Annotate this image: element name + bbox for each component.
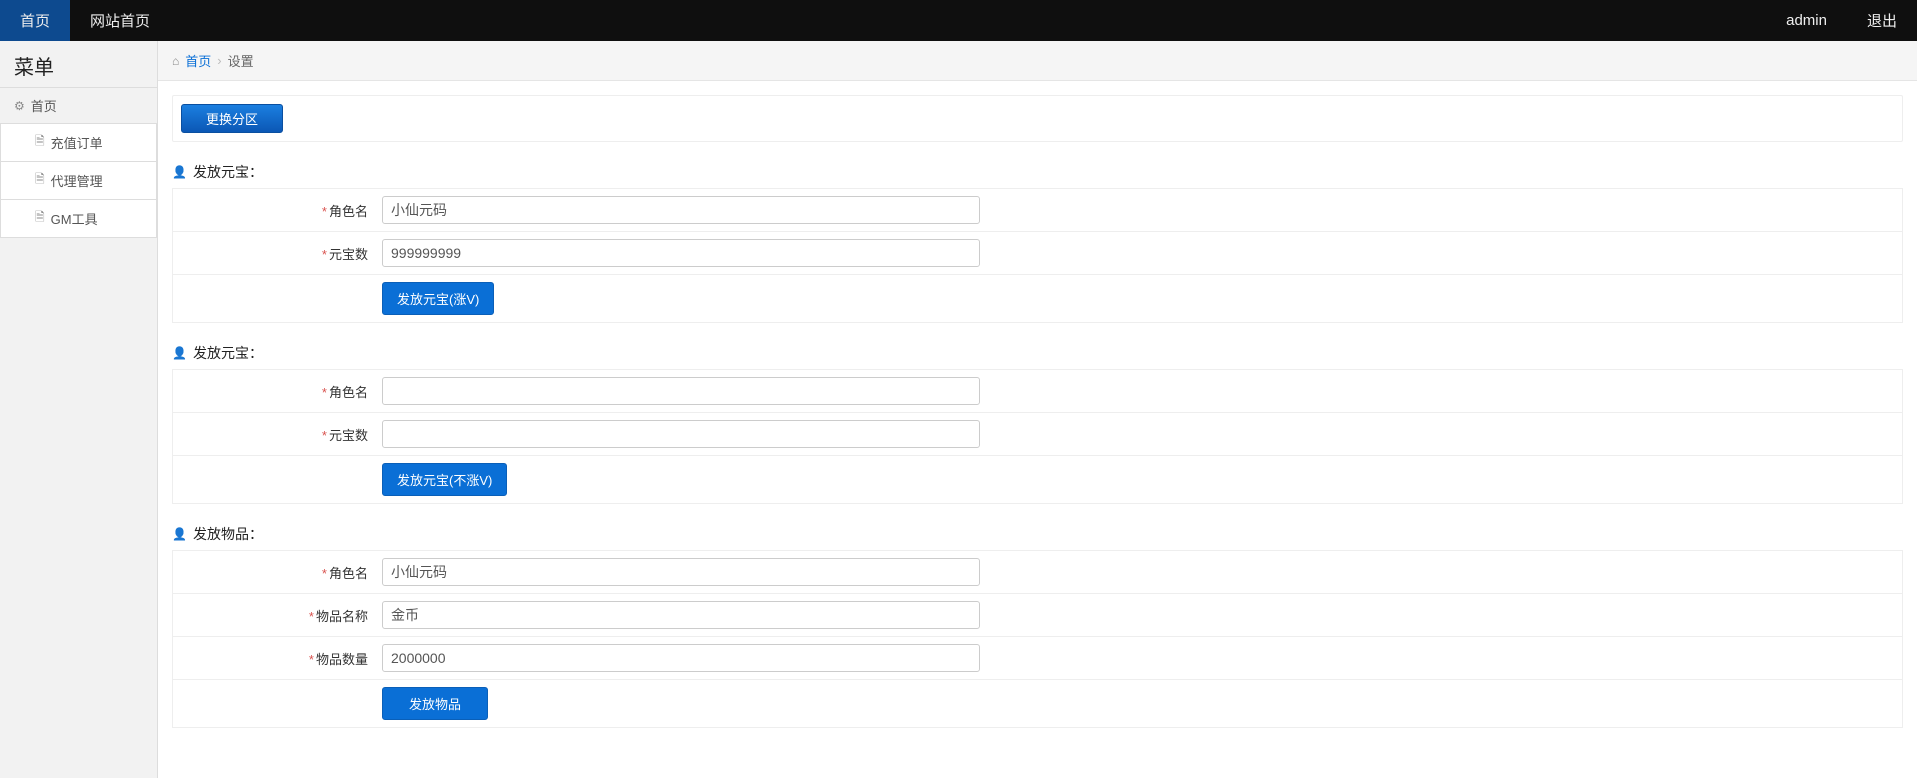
field-label: *物品名称 <box>173 606 378 625</box>
form-row: 发放元宝(涨V) <box>173 275 1902 323</box>
field-label: *元宝数 <box>173 425 378 444</box>
role-name-input-2[interactable] <box>382 377 980 405</box>
field-label: *元宝数 <box>173 244 378 263</box>
form-2: *角色名 *物品名称 *物品数量 发放物品 <box>172 550 1903 728</box>
field-label: *角色名 <box>173 563 378 582</box>
label-text: 角色名 <box>329 385 368 400</box>
amount-input[interactable] <box>382 239 980 267</box>
user-icon: 👤 <box>172 346 187 360</box>
user-icon: 👤 <box>172 165 187 179</box>
page-icon: 🗎 <box>35 170 45 191</box>
sidebar-item-recharge[interactable]: 🗎 充值订单 <box>0 123 157 162</box>
section-title-label: 发放元宝： <box>193 162 263 182</box>
section-title-1: 👤 发放元宝： <box>172 343 1903 363</box>
sidebar-item-label: 充值订单 <box>51 133 103 152</box>
switch-zone-button[interactable]: 更换分区 <box>181 104 283 133</box>
label-text: 物品数量 <box>316 652 368 667</box>
label-text: 物品名称 <box>316 609 368 624</box>
topnav-left: 首页 网站首页 <box>0 0 170 41</box>
switch-panel: 更换分区 <box>172 95 1903 142</box>
topnav-site-home[interactable]: 网站首页 <box>70 0 170 41</box>
topbar: 首页 网站首页 admin 退出 <box>0 0 1917 41</box>
breadcrumb: ⌂ 首页 › 设置 <box>158 41 1917 81</box>
form-row: *角色名 <box>173 551 1902 594</box>
topnav-right: admin 退出 <box>1766 0 1917 41</box>
submit-button-1[interactable]: 发放元宝(不涨V) <box>382 463 507 496</box>
page-icon: 🗎 <box>35 208 45 229</box>
topnav-home[interactable]: 首页 <box>0 0 70 41</box>
label-text: 角色名 <box>329 566 368 581</box>
sidebar-item-label: GM工具 <box>51 209 98 228</box>
breadcrumb-sep: › <box>217 53 221 68</box>
breadcrumb-home[interactable]: 首页 <box>185 51 211 70</box>
section-title-label: 发放元宝： <box>193 343 263 363</box>
sidebar-parent-label: 首页 <box>31 96 57 115</box>
amount-input-2[interactable] <box>382 420 980 448</box>
sidebar-item-label: 代理管理 <box>51 171 103 190</box>
form-row: *角色名 <box>173 370 1902 413</box>
label-text: 元宝数 <box>329 428 368 443</box>
section-title-label: 发放物品： <box>193 524 263 544</box>
form-1: *角色名 *元宝数 发放元宝(不涨V) <box>172 369 1903 504</box>
gear-icon: ⚙ <box>14 99 25 113</box>
sidebar-item-agent[interactable]: 🗎 代理管理 <box>0 161 157 200</box>
home-icon: ⌂ <box>172 54 179 68</box>
item-qty-input[interactable] <box>382 644 980 672</box>
form-row: 发放物品 <box>173 680 1902 728</box>
sidebar-menu: ⚙ 首页 🗎 充值订单 🗎 代理管理 🗎 GM工具 <box>0 87 157 238</box>
section-title-2: 👤 发放物品： <box>172 524 1903 544</box>
item-name-input[interactable] <box>382 601 980 629</box>
section-title-0: 👤 发放元宝： <box>172 162 1903 182</box>
label-text: 元宝数 <box>329 247 368 262</box>
content: ⌂ 首页 › 设置 更换分区 👤 发放元宝： *角色名 *元宝数 发放元宝(涨V <box>158 41 1917 778</box>
field-label: *角色名 <box>173 382 378 401</box>
form-row: *物品名称 <box>173 594 1902 637</box>
page-icon: 🗎 <box>35 132 45 153</box>
form-row: *元宝数 <box>173 232 1902 275</box>
label-text: 角色名 <box>329 204 368 219</box>
field-label: *角色名 <box>173 201 378 220</box>
role-name-input-3[interactable] <box>382 558 980 586</box>
form-row: *元宝数 <box>173 413 1902 456</box>
submit-button-0[interactable]: 发放元宝(涨V) <box>382 282 494 315</box>
breadcrumb-current: 设置 <box>228 51 254 70</box>
sidebar-item-gm-tools[interactable]: 🗎 GM工具 <box>0 199 157 238</box>
sidebar-parent[interactable]: ⚙ 首页 <box>0 87 157 124</box>
submit-button-2[interactable]: 发放物品 <box>382 687 488 720</box>
topnav-user[interactable]: admin <box>1766 0 1847 41</box>
form-0: *角色名 *元宝数 发放元宝(涨V) <box>172 188 1903 323</box>
sidebar-title: 菜单 <box>0 41 157 88</box>
field-label: *物品数量 <box>173 649 378 668</box>
form-row: *物品数量 <box>173 637 1902 680</box>
form-row: *角色名 <box>173 189 1902 232</box>
topnav-logout[interactable]: 退出 <box>1847 0 1917 41</box>
user-icon: 👤 <box>172 527 187 541</box>
sidebar: 菜单 ⚙ 首页 🗎 充值订单 🗎 代理管理 🗎 GM工具 <box>0 41 158 778</box>
form-row: 发放元宝(不涨V) <box>173 456 1902 504</box>
role-name-input[interactable] <box>382 196 980 224</box>
